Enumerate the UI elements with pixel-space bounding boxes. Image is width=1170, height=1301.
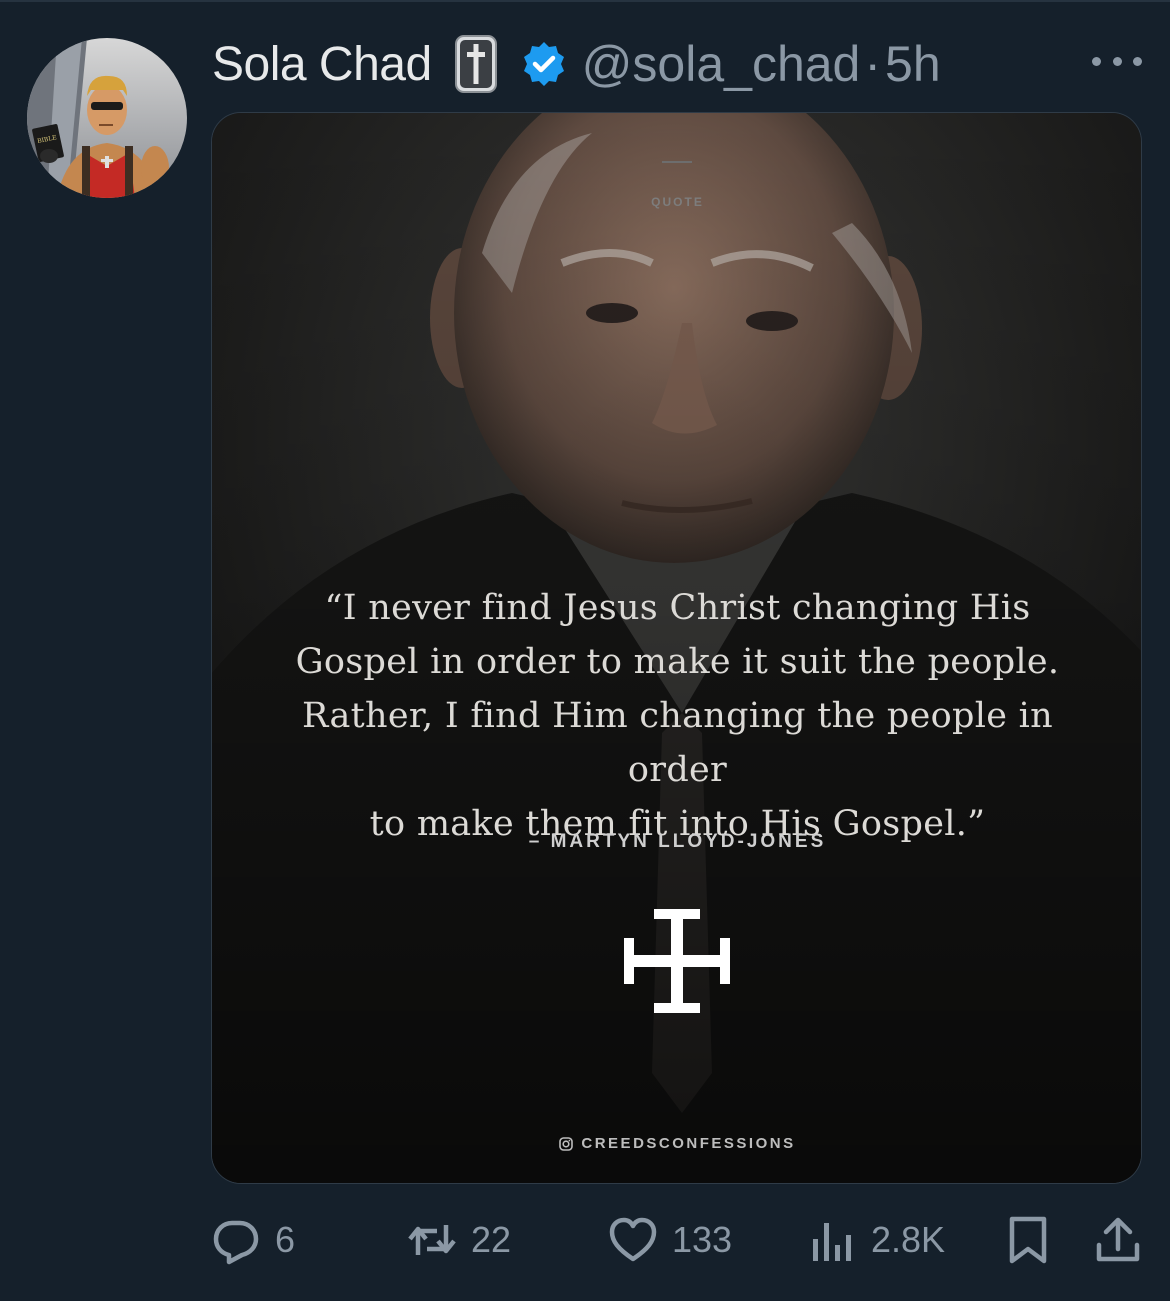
quote-label: QUOTE: [651, 195, 704, 209]
instagram-handle: CREEDSCONFESSIONS: [581, 1135, 796, 1152]
retweet-button[interactable]: 22: [407, 1210, 511, 1270]
more-dot: [1112, 56, 1122, 66]
display-name[interactable]: Sola Chad: [212, 37, 432, 92]
quote-line: “I never find Jesus Christ changing His: [324, 588, 1031, 628]
avatar[interactable]: BIBLE: [27, 38, 187, 198]
heart-icon: [609, 1217, 657, 1262]
bookmark-button[interactable]: [1003, 1210, 1053, 1270]
reply-count: 6: [275, 1219, 296, 1260]
tweet-image[interactable]: QUOTE “I never find Jesus Christ changin…: [211, 112, 1142, 1184]
retweet-count: 22: [471, 1219, 512, 1260]
analytics-icon: [813, 1223, 851, 1261]
cross-emoji-icon: [454, 34, 498, 94]
quote-overlay: QUOTE “I never find Jesus Christ changin…: [212, 113, 1141, 1183]
timestamp[interactable]: 5h: [885, 35, 941, 93]
instagram-icon: [559, 1136, 574, 1151]
quote-line: Gospel in order to make it suit the peop…: [295, 642, 1060, 682]
more-options-icon[interactable]: [1092, 46, 1142, 76]
more-dot: [1092, 56, 1101, 66]
quote-divider: [662, 161, 692, 163]
jerusalem-cross-icon: [624, 909, 730, 1013]
user-handle[interactable]: @sola_chad: [582, 35, 861, 93]
share-button[interactable]: [1093, 1210, 1143, 1270]
tweet[interactable]: BIBLE Sola Chad @sola_chad · 5h QUOTE “I…: [0, 0, 1170, 1301]
avatar-illustration: BIBLE: [27, 38, 187, 198]
view-count: 2.8K: [871, 1219, 946, 1260]
like-count: 133: [672, 1219, 733, 1260]
tweet-header: Sola Chad @sola_chad · 5h: [212, 32, 1152, 96]
like-button[interactable]: 133: [608, 1210, 732, 1270]
bookmark-icon: [1009, 1216, 1047, 1264]
views-button[interactable]: 2.8K: [807, 1210, 945, 1270]
reply-icon: [213, 1220, 259, 1265]
tweet-actions: 6 22 133 2.8K: [211, 1210, 1151, 1270]
quote-attribution: – MARTYN LLOYD-JONES: [528, 831, 827, 852]
retweet-icon: [408, 1225, 456, 1255]
quote-line: Rather, I find Him changing the people i…: [301, 696, 1053, 790]
verified-badge-icon[interactable]: [520, 40, 568, 88]
more-dot: [1133, 56, 1142, 66]
quote-text: “I never find Jesus Christ changing His …: [252, 581, 1103, 851]
share-icon: [1096, 1217, 1140, 1262]
separator-dot: ·: [864, 36, 882, 92]
reply-button[interactable]: 6: [211, 1210, 295, 1270]
instagram-credit: CREEDSCONFESSIONS: [212, 1135, 1141, 1152]
